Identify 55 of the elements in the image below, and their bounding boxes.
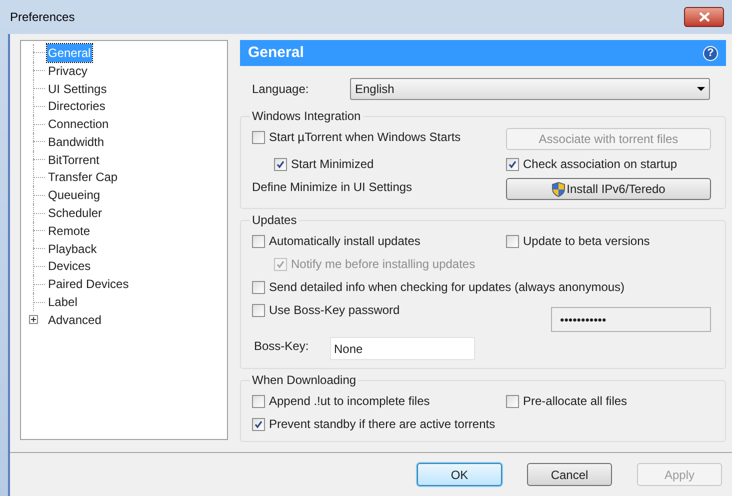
checkbox-label: Update to beta versions bbox=[523, 233, 650, 250]
checkbox-label: Notify me before installing updates bbox=[291, 256, 476, 273]
checkbox[interactable] bbox=[274, 158, 287, 170]
help-button[interactable]: ? bbox=[703, 46, 718, 60]
tree-item[interactable]: Scheduler bbox=[47, 204, 104, 222]
tree-item[interactable]: Label bbox=[47, 293, 78, 312]
action-button[interactable]: Install IPv6/Teredo bbox=[506, 178, 711, 200]
tree-item[interactable]: Queueing bbox=[47, 186, 102, 204]
dropdown-arrow-icon bbox=[697, 87, 705, 91]
group-title: Windows Integration bbox=[250, 108, 363, 124]
checkbox-label: Start µTorrent when Windows Starts bbox=[269, 129, 461, 146]
checkbox-label: Pre-allocate all files bbox=[523, 393, 628, 410]
checkbox-label: Send detailed info when checking for updates (always anonymous) bbox=[269, 279, 625, 296]
tree-item[interactable]: Devices bbox=[47, 257, 92, 276]
tree-item[interactable]: Privacy bbox=[47, 62, 88, 80]
tree-item[interactable]: Advanced bbox=[47, 310, 102, 329]
tree-item[interactable]: Paired Devices bbox=[47, 275, 130, 294]
dialog-button[interactable]: Cancel bbox=[527, 463, 612, 486]
checkbox[interactable] bbox=[252, 304, 265, 316]
tree-item[interactable]: Bandwidth bbox=[47, 132, 106, 151]
checkbox[interactable] bbox=[252, 234, 265, 248]
checkbox[interactable] bbox=[506, 158, 519, 170]
expand-icon[interactable] bbox=[29, 315, 38, 324]
shield-icon bbox=[552, 182, 565, 196]
checkbox-label: Use Boss-Key password bbox=[269, 302, 400, 319]
boss-key-field[interactable]: None bbox=[330, 337, 475, 360]
field-label: Boss-Key: bbox=[254, 338, 310, 354]
hint-text: Define Minimize in UI Settings bbox=[252, 179, 412, 196]
checkbox[interactable] bbox=[252, 130, 265, 144]
checkbox[interactable] bbox=[252, 394, 265, 408]
checkbox[interactable] bbox=[252, 418, 265, 430]
checkbox[interactable] bbox=[252, 280, 265, 294]
window-title: Preferences bbox=[9, 9, 75, 26]
close-icon bbox=[698, 12, 710, 22]
group-title: Updates bbox=[250, 212, 299, 228]
tree-item[interactable]: Directories bbox=[47, 97, 106, 116]
tree-item[interactable]: Transfer Cap bbox=[47, 168, 119, 186]
panel-title: General bbox=[248, 42, 304, 63]
tree-item[interactable]: Connection bbox=[47, 115, 110, 134]
checkbox[interactable] bbox=[506, 234, 519, 248]
checkbox-label: Prevent standby if there are active torrents bbox=[269, 416, 496, 433]
tree-item[interactable]: Playback bbox=[47, 240, 98, 258]
checkbox-label: Append .!ut to incomplete files bbox=[269, 393, 430, 410]
dialog-button[interactable]: OK bbox=[417, 463, 502, 486]
checkbox-label: Check association on startup bbox=[523, 156, 678, 173]
tree-item[interactable]: BitTorrent bbox=[47, 150, 100, 169]
checkbox-label: Start Minimized bbox=[291, 156, 374, 173]
tree-item[interactable]: UI Settings bbox=[47, 80, 108, 98]
language-dropdown[interactable]: English bbox=[350, 78, 710, 100]
close-button[interactable] bbox=[684, 7, 724, 27]
checkbox[interactable] bbox=[506, 394, 519, 408]
language-label: Language: bbox=[252, 81, 310, 98]
tree-item[interactable]: Remote bbox=[47, 222, 92, 240]
group-title: When Downloading bbox=[250, 372, 358, 388]
checkbox-label: Automatically install updates bbox=[269, 233, 420, 250]
